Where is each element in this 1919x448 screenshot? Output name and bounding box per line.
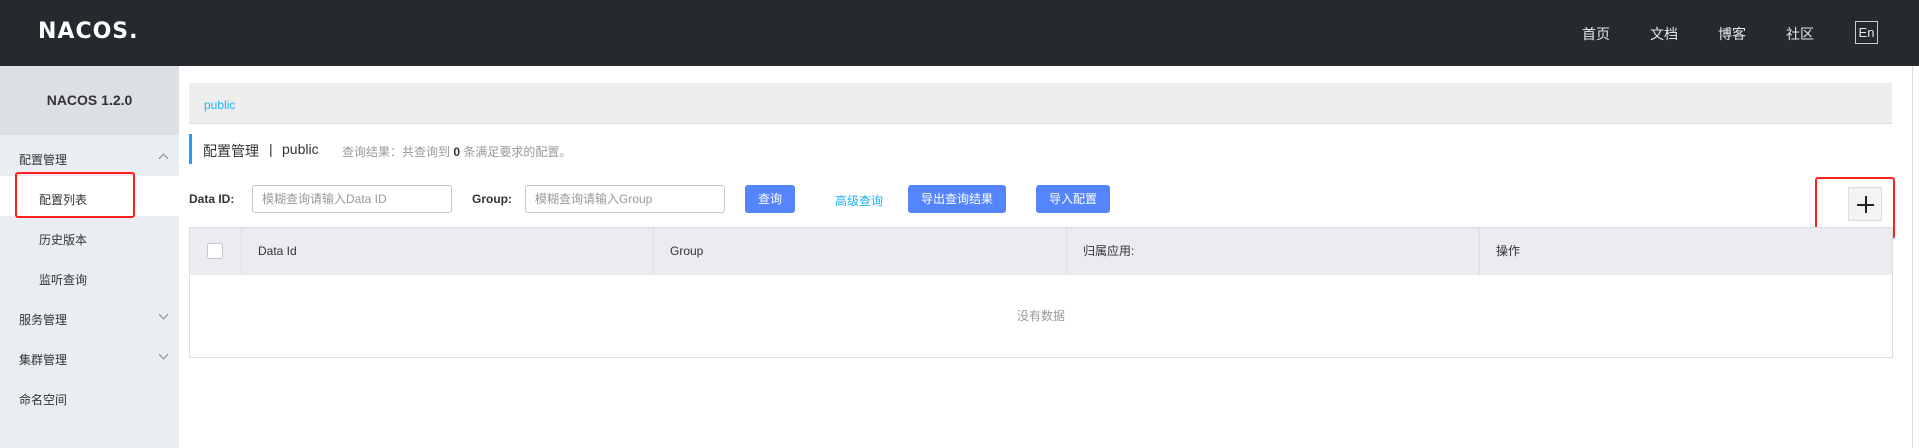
result-count: 0 bbox=[453, 145, 461, 159]
advanced-query-link[interactable]: 高级查询 bbox=[835, 192, 883, 209]
query-result-summary: 查询结果：共查询到 0 条满足要求的配置。 bbox=[342, 145, 572, 159]
menu-cluster-management[interactable]: 集群管理 bbox=[19, 351, 67, 368]
column-app[interactable]: 归属应用: bbox=[1067, 228, 1480, 275]
select-all-cell bbox=[190, 228, 242, 275]
top-navbar: NACOS. 首页 文档 博客 社区 En bbox=[0, 0, 1919, 66]
page-title: 配置管理 bbox=[203, 143, 259, 159]
data-id-input[interactable] bbox=[252, 185, 452, 213]
column-data-id[interactable]: Data Id bbox=[242, 228, 654, 275]
scrollbar[interactable] bbox=[1912, 66, 1913, 448]
nav-docs[interactable]: 文档 bbox=[1650, 24, 1678, 44]
empty-state: 没有数据 bbox=[1016, 309, 1065, 323]
nav-community[interactable]: 社区 bbox=[1786, 24, 1814, 44]
sidebar-item-listener-query[interactable]: 监听查询 bbox=[39, 271, 87, 288]
namespace-tab-public[interactable]: public bbox=[204, 98, 235, 112]
export-results-button[interactable]: 导出查询结果 bbox=[908, 185, 1006, 213]
title-separator: | bbox=[269, 141, 273, 157]
chevron-down-icon[interactable] bbox=[158, 349, 169, 360]
chevron-up-icon[interactable] bbox=[158, 153, 169, 164]
import-config-button[interactable]: 导入配置 bbox=[1036, 185, 1110, 213]
group-input[interactable] bbox=[525, 185, 725, 213]
config-table: Data Id Group 归属应用: 操作 没有数据 bbox=[189, 227, 1893, 358]
highlight-box bbox=[15, 172, 135, 218]
chevron-down-icon[interactable] bbox=[158, 309, 169, 320]
nav-blog[interactable]: 博客 bbox=[1718, 24, 1746, 44]
sidebar: NACOS 1.2.0 配置管理 配置列表 历史版本 监听查询 服务管理 集群管… bbox=[0, 66, 179, 448]
select-all-checkbox[interactable] bbox=[207, 243, 223, 259]
menu-config-management[interactable]: 配置管理 bbox=[19, 151, 67, 168]
language-switch-button[interactable]: En bbox=[1855, 21, 1878, 44]
query-button[interactable]: 查询 bbox=[745, 185, 795, 213]
menu-namespace[interactable]: 命名空间 bbox=[19, 391, 67, 408]
page-title-bar: 配置管理 | public 查询结果：共查询到 0 条满足要求的配置。 bbox=[189, 134, 571, 164]
sidebar-title: NACOS 1.2.0 bbox=[0, 66, 179, 135]
nacos-logo[interactable]: NACOS. bbox=[38, 19, 139, 44]
nav-home[interactable]: 首页 bbox=[1582, 24, 1610, 44]
group-label: Group: bbox=[472, 192, 512, 206]
menu-service-management[interactable]: 服务管理 bbox=[19, 311, 67, 328]
column-group[interactable]: Group bbox=[654, 228, 1067, 275]
sidebar-item-history[interactable]: 历史版本 bbox=[39, 231, 87, 248]
breadcrumb: public bbox=[189, 83, 1892, 124]
table-header: Data Id Group 归属应用: 操作 bbox=[190, 228, 1892, 275]
data-id-label: Data ID: bbox=[189, 192, 235, 206]
column-actions: 操作 bbox=[1496, 244, 1521, 258]
title-namespace: public bbox=[282, 141, 319, 157]
